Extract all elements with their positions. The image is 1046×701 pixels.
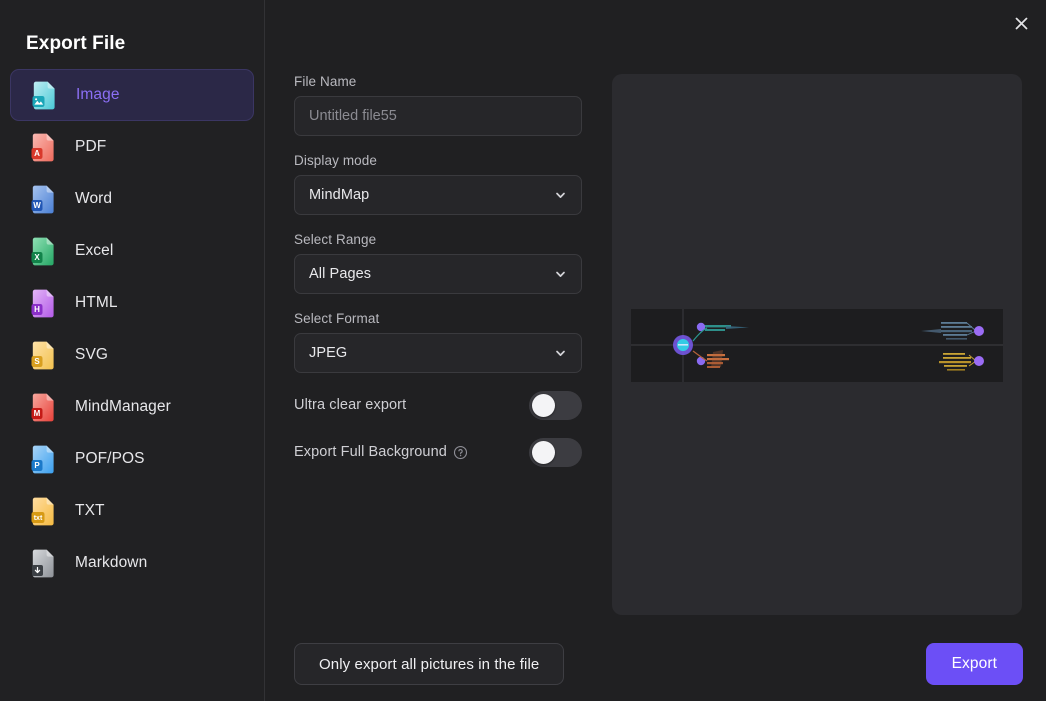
sidebar-item-label: TXT — [75, 502, 105, 519]
export-full-background-row: Export Full Background — [294, 437, 582, 467]
sidebar-item-mindmanager[interactable]: M MindManager — [10, 381, 254, 433]
svg-text:W: W — [33, 201, 41, 210]
file-name-label: File Name — [294, 74, 357, 89]
sidebar-item-word[interactable]: W Word — [10, 173, 254, 225]
display-mode-group: Display mode MindMap — [294, 153, 582, 215]
excel-file-icon: X — [31, 237, 56, 266]
word-file-icon: W — [31, 185, 56, 214]
main-panel: File Name Display mode MindMap Select Ra… — [265, 0, 1046, 701]
sidebar-item-label: HTML — [75, 294, 118, 311]
sidebar-item-label: PDF — [75, 138, 107, 155]
only-export-pictures-button[interactable]: Only export all pictures in the file — [294, 643, 565, 685]
sidebar-item-label: Image — [76, 86, 120, 103]
sidebar-item-pof-pos[interactable]: P POF/POS — [10, 433, 254, 485]
markdown-file-icon — [31, 549, 56, 578]
display-mode-label: Display mode — [294, 153, 377, 168]
svg-text:M: M — [34, 409, 41, 418]
format-list: Image A PDF W Word X Excel H HTML S SVG … — [0, 69, 264, 589]
sidebar: Export File Image A PDF W Word X Excel H… — [0, 0, 265, 701]
sidebar-item-excel[interactable]: X Excel — [10, 225, 254, 277]
export-button[interactable]: Export — [925, 643, 1023, 685]
sidebar-item-markdown[interactable]: Markdown — [10, 537, 254, 589]
toggle-knob — [532, 440, 555, 464]
ultra-clear-export-row: Ultra clear export — [294, 390, 582, 420]
sidebar-item-label: SVG — [75, 346, 109, 363]
file-name-input[interactable] — [294, 96, 582, 136]
chevron-down-icon — [554, 347, 567, 360]
page-title: Export File — [26, 33, 126, 54]
select-format-label: Select Format — [294, 311, 380, 326]
ultra-clear-export-label: Ultra clear export — [294, 397, 407, 413]
chevron-down-icon — [554, 268, 567, 281]
svg-text:S: S — [34, 357, 40, 366]
select-range-select[interactable]: All Pages — [294, 254, 582, 294]
help-circle-icon[interactable] — [453, 445, 468, 460]
select-range-group: Select Range All Pages — [294, 232, 582, 294]
display-mode-value: MindMap — [309, 187, 370, 203]
dialog-footer: Only export all pictures in the file Exp… — [294, 642, 1023, 686]
select-format-value: JPEG — [309, 345, 348, 361]
sidebar-item-txt[interactable]: txt TXT — [10, 485, 254, 537]
sidebar-item-pdf[interactable]: A PDF — [10, 121, 254, 173]
html-file-icon: H — [31, 289, 56, 318]
export-full-background-label-wrap: Export Full Background — [294, 444, 468, 460]
txt-file-icon: txt — [31, 497, 56, 526]
svg-text:H: H — [34, 305, 40, 314]
svg-text:A: A — [34, 149, 40, 158]
select-range-label: Select Range — [294, 232, 377, 247]
select-format-select[interactable]: JPEG — [294, 333, 582, 373]
ultra-clear-export-toggle[interactable] — [529, 390, 582, 420]
sidebar-item-label: MindManager — [75, 398, 171, 415]
svg-text:X: X — [34, 253, 40, 262]
mindmap-thumbnail — [631, 309, 1003, 382]
export-full-background-label: Export Full Background — [294, 444, 447, 460]
sidebar-item-label: Markdown — [75, 554, 148, 571]
pof-pos-file-icon: P — [31, 445, 56, 474]
image-file-icon — [32, 81, 57, 110]
file-name-group: File Name — [294, 74, 582, 136]
sidebar-item-label: Word — [75, 190, 113, 207]
mindmanager-file-icon: M — [31, 393, 56, 422]
export-options-form: File Name Display mode MindMap Select Ra… — [294, 74, 582, 467]
mindmap-preview-canvas[interactable] — [631, 309, 1003, 382]
sidebar-item-html[interactable]: H HTML — [10, 277, 254, 329]
export-file-dialog: Export File Image A PDF W Word X Excel H… — [0, 0, 1046, 701]
sidebar-item-svg[interactable]: S SVG — [10, 329, 254, 381]
svg-text:txt: txt — [34, 515, 43, 522]
sidebar-item-image[interactable]: Image — [10, 69, 254, 121]
svg-file-icon: S — [31, 341, 56, 370]
display-mode-select[interactable]: MindMap — [294, 175, 582, 215]
sidebar-item-label: POF/POS — [75, 450, 145, 467]
chevron-down-icon — [554, 189, 567, 202]
export-full-background-toggle[interactable] — [529, 437, 582, 467]
select-format-group: Select Format JPEG — [294, 311, 582, 373]
close-icon[interactable] — [1006, 8, 1036, 38]
toggle-knob — [532, 393, 555, 417]
select-range-value: All Pages — [309, 266, 372, 282]
svg-text:P: P — [34, 461, 40, 470]
pdf-file-icon: A — [31, 133, 56, 162]
sidebar-item-label: Excel — [75, 242, 114, 259]
preview-panel — [612, 74, 1022, 615]
